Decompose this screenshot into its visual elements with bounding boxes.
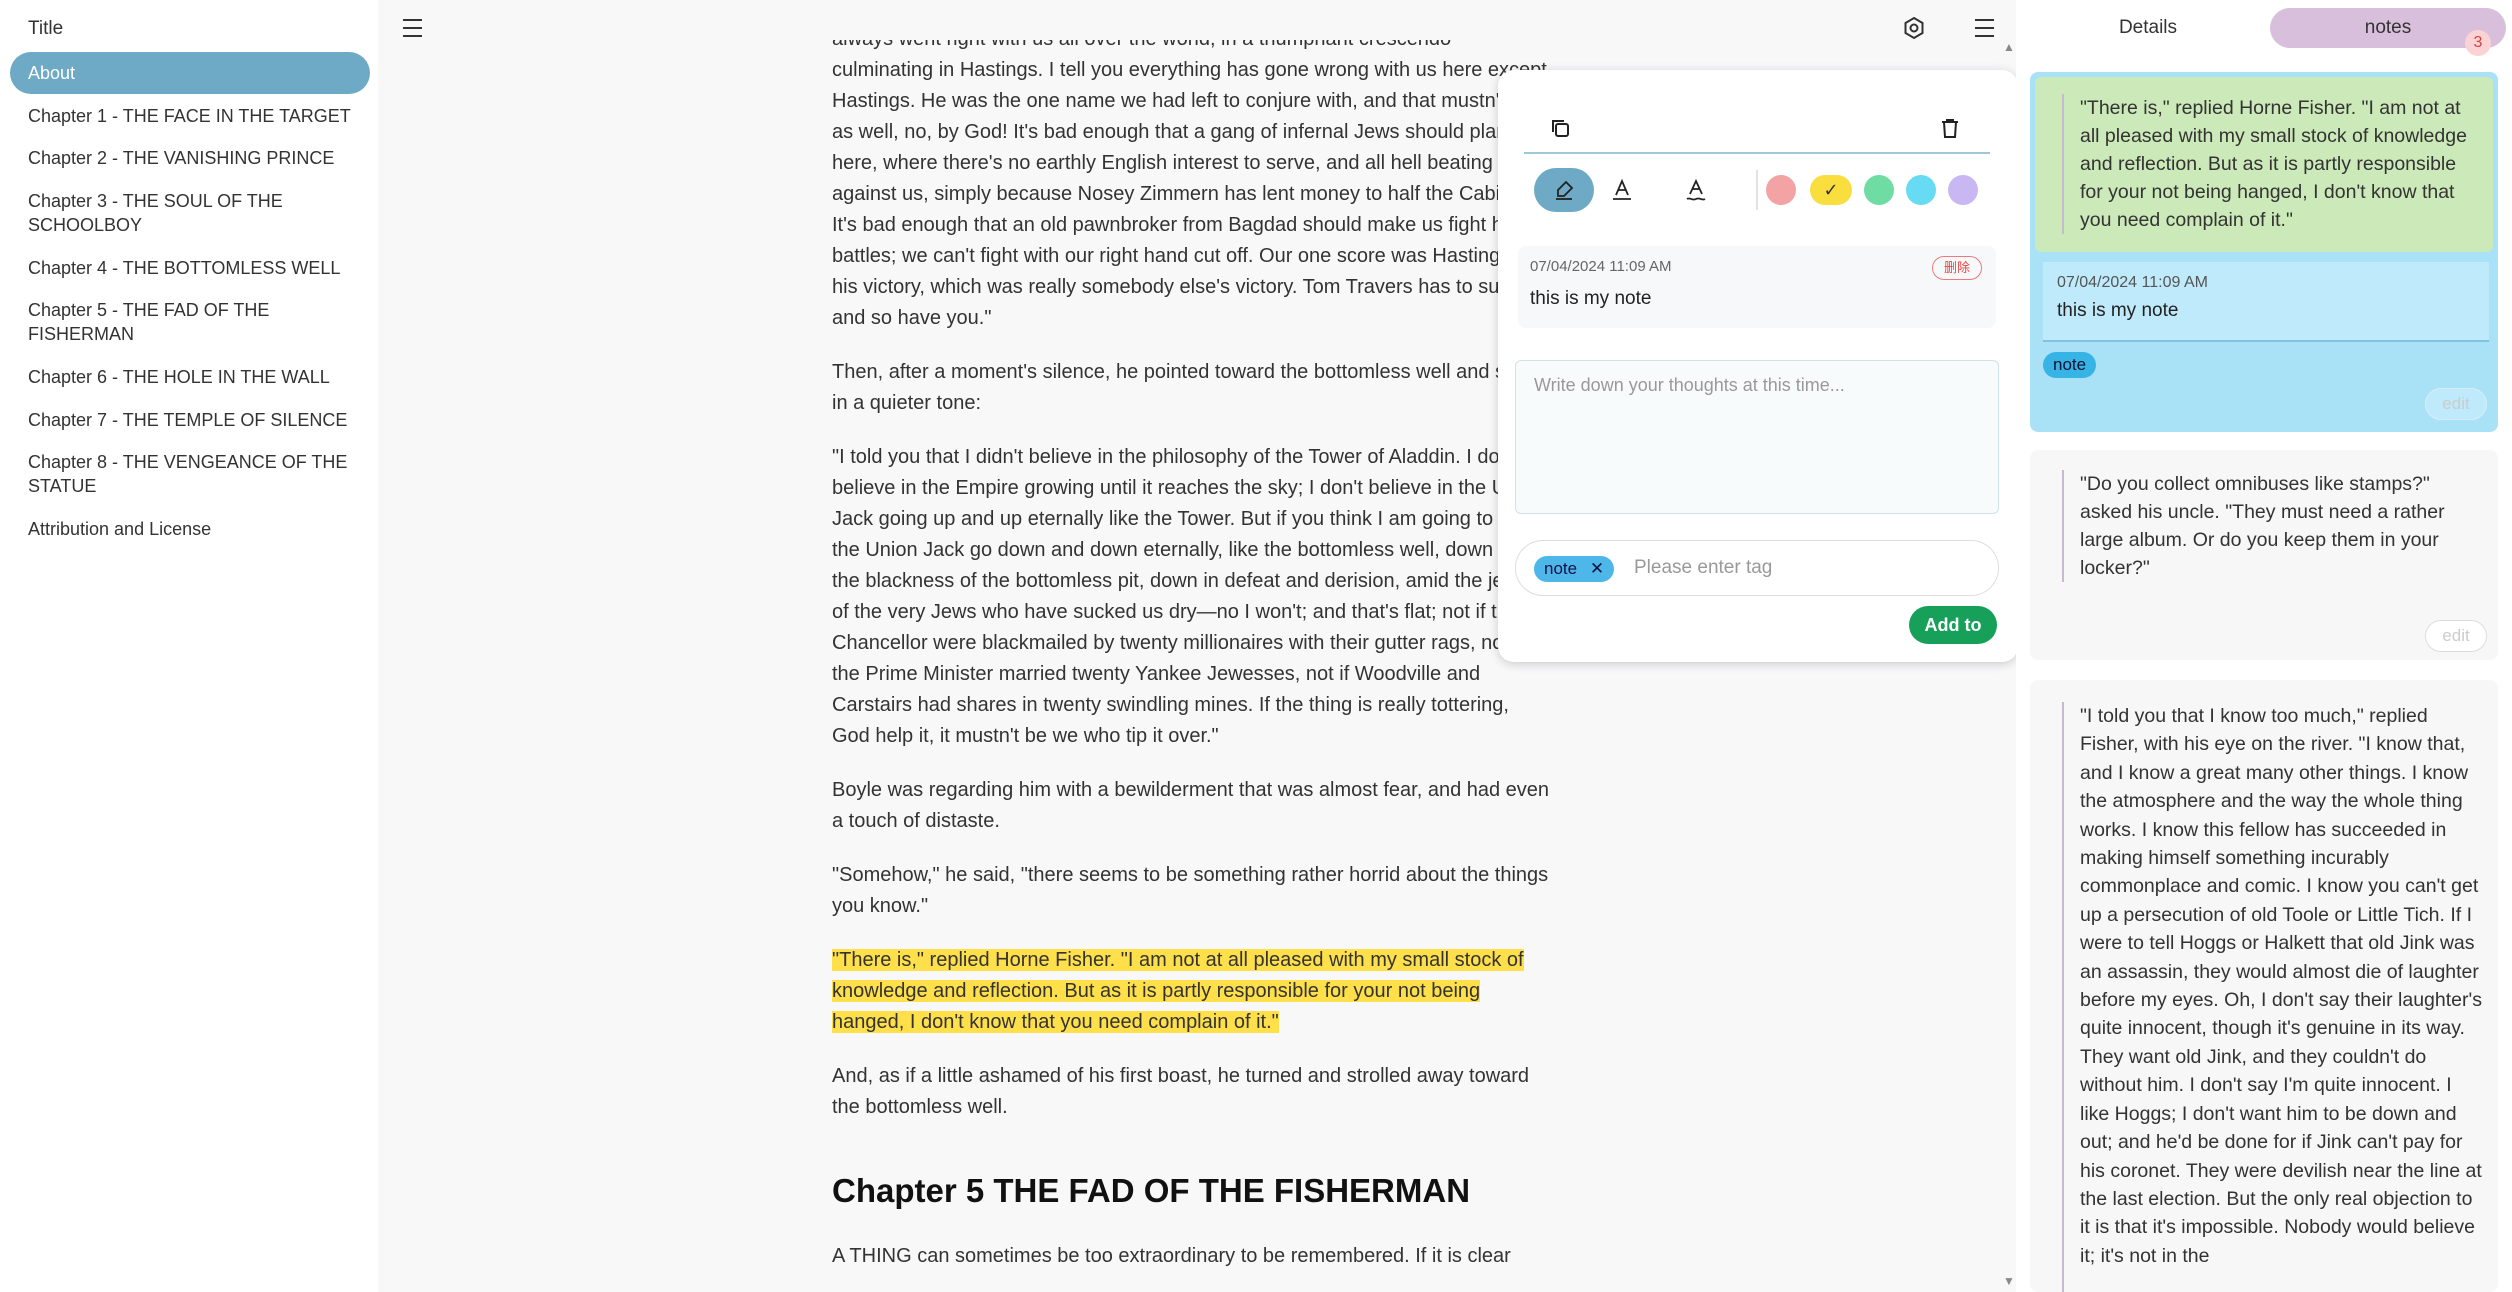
tag-label: note bbox=[1544, 559, 1578, 578]
chapter-heading: Chapter 5 THE FAD OF THE FISHERMAN bbox=[832, 1172, 1471, 1209]
paragraph: always went right with us all over the w… bbox=[832, 40, 1549, 329]
edit-note-button[interactable]: edit bbox=[2425, 388, 2487, 420]
edit-note-button[interactable]: edit bbox=[2425, 620, 2487, 652]
paragraph: A THING can sometimes be too extraordina… bbox=[832, 1245, 1511, 1267]
book-text: always went right with us all over the w… bbox=[832, 40, 1552, 1292]
toc-item-chapter-4[interactable]: Chapter 4 - THE BOTTOMLESS WELL bbox=[28, 256, 358, 280]
tag-chip: note ✕ bbox=[1534, 556, 1615, 582]
existing-note: 07/04/2024 11:09 AM 删除 this is my note bbox=[1518, 246, 1996, 328]
note-entry: 07/04/2024 11:09 AM this is my note bbox=[2043, 262, 2489, 342]
highlighted-passage[interactable]: "There is," replied Horne Fisher. "I am … bbox=[832, 949, 1524, 1033]
note-timestamp: 07/04/2024 11:09 AM bbox=[2057, 274, 2208, 291]
settings-icon[interactable] bbox=[1896, 10, 1932, 46]
tag-input[interactable] bbox=[1634, 553, 1974, 583]
highlighter-icon[interactable] bbox=[1534, 168, 1594, 212]
paragraph: And, as if a little ashamed of his first… bbox=[832, 1065, 1530, 1118]
paragraph: "I told you that I didn't believe in the… bbox=[832, 446, 1544, 747]
table-of-contents: Title About Chapter 1 - THE FACE IN THE … bbox=[0, 0, 378, 1292]
toc-item-chapter-2[interactable]: Chapter 2 - THE VANISHING PRINCE bbox=[28, 146, 358, 170]
wavy-underline-icon[interactable] bbox=[1678, 172, 1714, 208]
color-swatch-yellow-selected[interactable]: ✓ bbox=[1810, 175, 1852, 205]
color-swatch-purple[interactable] bbox=[1948, 175, 1978, 205]
color-swatch-red[interactable] bbox=[1766, 175, 1796, 205]
toc-menu-icon[interactable] bbox=[394, 10, 430, 46]
popup-divider bbox=[1524, 152, 1990, 154]
color-swatch-cyan[interactable] bbox=[1906, 175, 1936, 205]
notes-count-badge: 3 bbox=[2465, 30, 2491, 56]
note-quote: "Do you collect omnibuses like stamps?" … bbox=[2062, 470, 2482, 582]
note-textarea[interactable] bbox=[1515, 360, 1999, 514]
remove-tag-icon[interactable]: ✕ bbox=[1590, 559, 1604, 578]
toolbar-divider bbox=[1756, 170, 1758, 210]
toc-title: Title bbox=[28, 18, 64, 39]
toc-item-chapter-6[interactable]: Chapter 6 - THE HOLE IN THE WALL bbox=[28, 365, 358, 389]
delete-note-button[interactable]: 删除 bbox=[1932, 256, 1982, 280]
toc-item-chapter-3[interactable]: Chapter 3 - THE SOUL OF THE SCHOOLBOY bbox=[28, 189, 358, 237]
note-timestamp: 07/04/2024 11:09 AM bbox=[1530, 258, 1672, 275]
note-popup: ✓ 07/04/2024 11:09 AM 删除 this is my note… bbox=[1498, 70, 2018, 662]
notes-menu-icon[interactable] bbox=[1966, 10, 2002, 46]
paragraph: Then, after a moment's silence, he point… bbox=[832, 361, 1538, 414]
note-text: this is my note bbox=[1530, 288, 1652, 309]
note-tag[interactable]: note bbox=[2043, 352, 2097, 378]
scroll-up-icon[interactable]: ▲ bbox=[2003, 40, 2015, 54]
underline-icon[interactable] bbox=[1604, 172, 1640, 208]
paragraph: Boyle was regarding him with a bewilderm… bbox=[832, 779, 1550, 832]
note-text: this is my note bbox=[2057, 300, 2179, 321]
toc-item-chapter-7[interactable]: Chapter 7 - THE TEMPLE OF SILENCE bbox=[28, 408, 358, 432]
add-note-button[interactable]: Add to bbox=[1909, 606, 1997, 644]
copy-icon[interactable] bbox=[1542, 110, 1578, 146]
note-quote: "I told you that I know too much," repli… bbox=[2062, 702, 2486, 1292]
toc-item-chapter-1[interactable]: Chapter 1 - THE FACE IN THE TARGET bbox=[28, 104, 358, 128]
tag-input-box[interactable]: note ✕ bbox=[1515, 540, 1999, 596]
toc-item-attribution[interactable]: Attribution and License bbox=[28, 517, 358, 541]
note-quote: "There is," replied Horne Fisher. "I am … bbox=[2062, 94, 2482, 234]
tab-details[interactable]: Details bbox=[2080, 8, 2216, 48]
toc-item-chapter-5[interactable]: Chapter 5 - THE FAD OF THE FISHERMAN bbox=[28, 298, 358, 346]
paragraph: "Somehow," he said, "there seems to be s… bbox=[832, 864, 1549, 917]
trash-icon[interactable] bbox=[1932, 110, 1968, 146]
check-icon: ✓ bbox=[1823, 179, 1839, 200]
toc-item-about[interactable]: About bbox=[10, 52, 370, 94]
scroll-down-icon[interactable]: ▼ bbox=[2003, 1274, 2015, 1288]
toc-item-chapter-8[interactable]: Chapter 8 - THE VENGEANCE OF THE STATUE bbox=[28, 450, 358, 498]
color-swatch-green[interactable] bbox=[1864, 175, 1894, 205]
